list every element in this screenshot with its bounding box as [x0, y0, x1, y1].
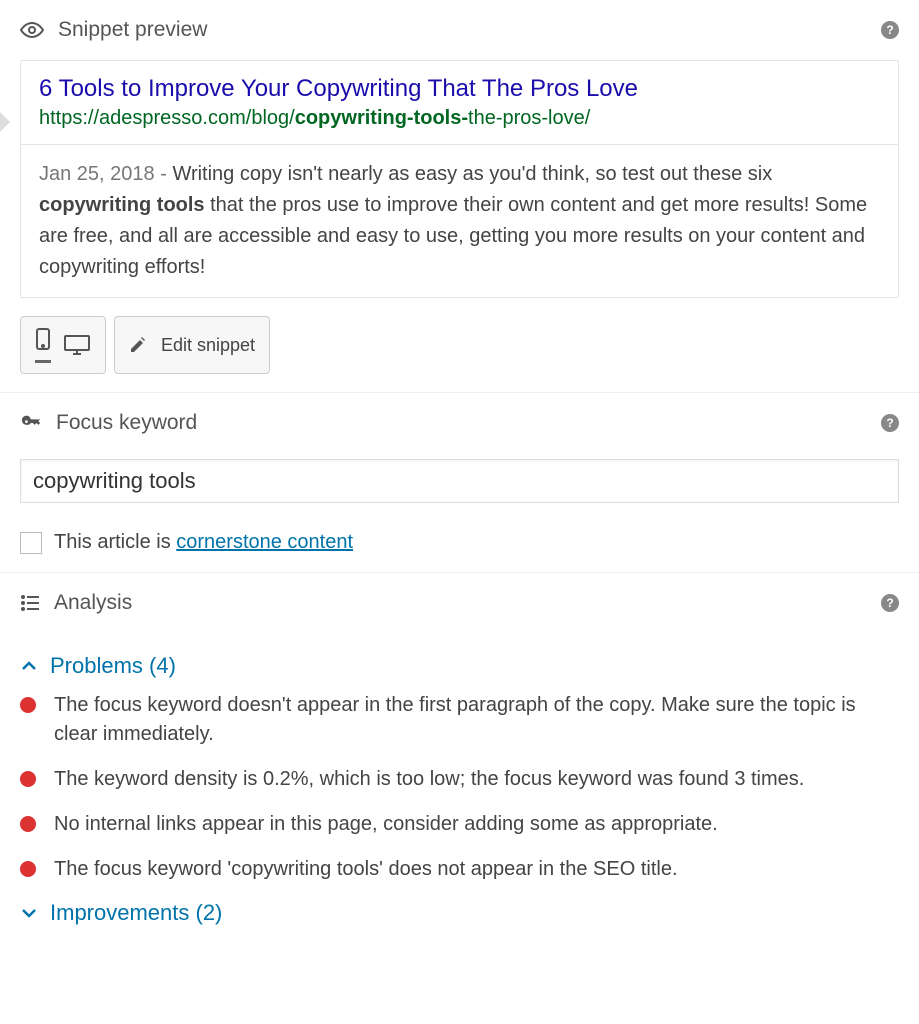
mobile-icon[interactable]: [35, 327, 51, 363]
problem-item: No internal links appear in this page, c…: [20, 810, 899, 839]
snippet-title[interactable]: 6 Tools to Improve Your Copywriting That…: [39, 75, 880, 103]
snippet-desc-pre: Writing copy isn't nearly as easy as you…: [172, 163, 772, 185]
status-dot-red-icon: [20, 816, 36, 832]
cornerstone-label: This article is cornerstone content: [54, 531, 353, 554]
problem-item: The keyword density is 0.2%, which is to…: [20, 765, 899, 794]
status-dot-red-icon: [20, 697, 36, 713]
edit-snippet-button[interactable]: Edit snippet: [114, 316, 270, 374]
analysis-section: Analysis ?: [0, 573, 919, 621]
problems-list: The focus keyword doesn't appear in the …: [20, 691, 899, 884]
help-icon[interactable]: ?: [881, 21, 899, 39]
cornerstone-pre: This article is: [54, 531, 176, 553]
analysis-body: Problems (4) The focus keyword doesn't a…: [0, 621, 919, 948]
analysis-title: Analysis: [54, 591, 867, 615]
focus-keyword-title: Focus keyword: [56, 411, 867, 435]
snippet-header[interactable]: Snippet preview ?: [20, 18, 899, 42]
snippet-url-bold: copywriting-tools-: [295, 107, 468, 129]
problem-text: No internal links appear in this page, c…: [54, 810, 718, 839]
snippet-section-title: Snippet preview: [58, 18, 867, 42]
help-icon[interactable]: ?: [881, 414, 899, 432]
list-icon: [20, 593, 40, 613]
problem-item: The focus keyword 'copywriting tools' do…: [20, 855, 899, 884]
key-icon: [20, 412, 42, 434]
improvements-label: Improvements (2): [50, 900, 222, 926]
improvements-toggle[interactable]: Improvements (2): [20, 900, 899, 926]
preview-mode-toggle[interactable]: [20, 316, 106, 374]
desktop-icon[interactable]: [63, 334, 91, 356]
focus-keyword-header[interactable]: Focus keyword ?: [20, 411, 899, 435]
problem-text: The focus keyword doesn't appear in the …: [54, 691, 899, 749]
status-dot-red-icon: [20, 861, 36, 877]
snippet-preview-section: Snippet preview ? 6 Tools to Improve You…: [0, 0, 919, 393]
eye-icon: [20, 18, 44, 42]
problem-text: The keyword density is 0.2%, which is to…: [54, 765, 804, 794]
snippet-desc-bold: copywriting tools: [39, 194, 205, 216]
focus-keyword-input[interactable]: [20, 459, 899, 503]
snippet-description: Jan 25, 2018 - Writing copy isn't nearly…: [21, 144, 898, 297]
status-dot-red-icon: [20, 771, 36, 787]
snippet-box: 6 Tools to Improve Your Copywriting That…: [20, 60, 899, 298]
chevron-up-icon: [20, 657, 38, 675]
focus-keyword-section: Focus keyword ? This article is cornerst…: [0, 393, 919, 573]
help-icon[interactable]: ?: [881, 594, 899, 612]
problems-label: Problems (4): [50, 653, 176, 679]
edit-snippet-label: Edit snippet: [161, 335, 255, 356]
pencil-icon: [129, 336, 147, 354]
snippet-url-post: the-pros-love/: [468, 107, 590, 129]
cornerstone-link[interactable]: cornerstone content: [176, 531, 353, 553]
snippet-date: Jan 25, 2018 -: [39, 163, 172, 185]
problem-item: The focus keyword doesn't appear in the …: [20, 691, 899, 749]
snippet-url-pre: https://adespresso.com/blog/: [39, 107, 295, 129]
problem-text: The focus keyword 'copywriting tools' do…: [54, 855, 678, 884]
caret-left-icon: [0, 112, 10, 137]
analysis-header[interactable]: Analysis ?: [20, 591, 899, 615]
cornerstone-checkbox[interactable]: [20, 532, 42, 554]
problems-toggle[interactable]: Problems (4): [20, 653, 899, 679]
snippet-url: https://adespresso.com/blog/copywriting-…: [39, 107, 880, 130]
chevron-down-icon: [20, 904, 38, 922]
